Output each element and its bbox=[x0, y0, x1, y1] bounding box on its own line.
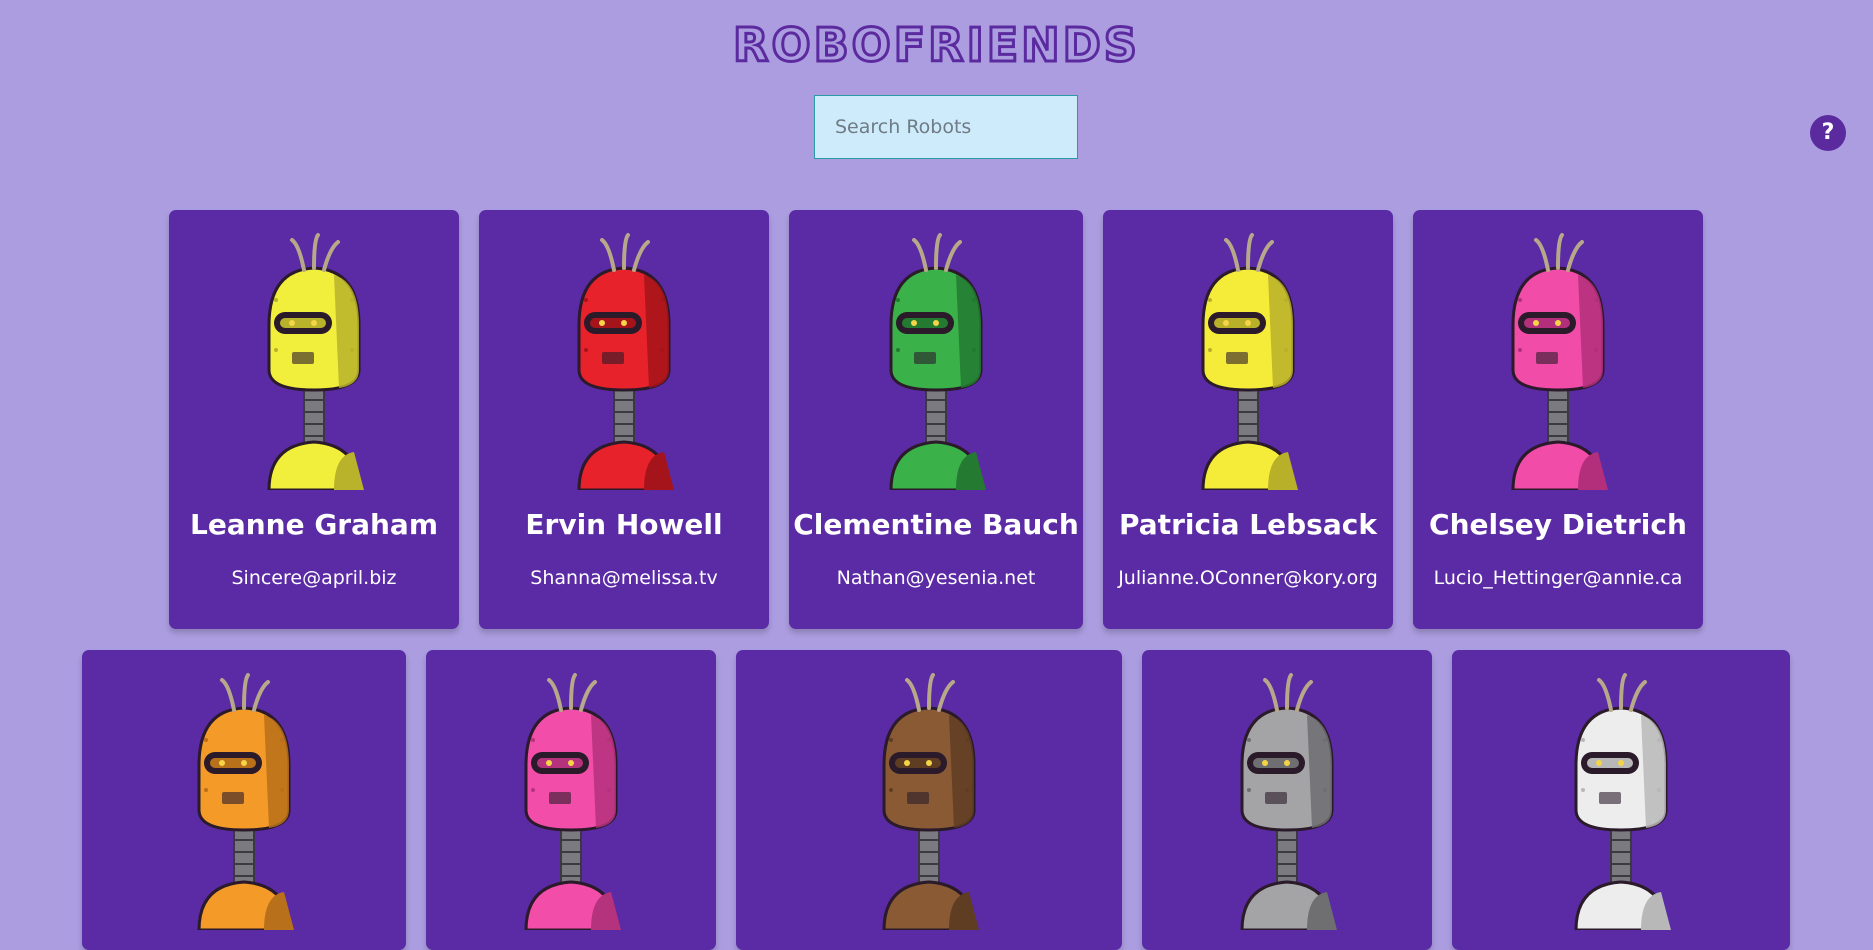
robot-image bbox=[1240, 673, 1337, 930]
robot-email: Sincere@april.biz bbox=[231, 567, 397, 589]
robot-email: Julianne.OConner@kory.org bbox=[1118, 567, 1378, 589]
robot-name: Ervin Howell bbox=[525, 508, 723, 541]
robot-image bbox=[524, 673, 621, 930]
robot-image bbox=[1201, 233, 1298, 490]
robot-image bbox=[577, 233, 674, 490]
robot-card[interactable] bbox=[1142, 650, 1432, 950]
robot-image bbox=[889, 233, 986, 490]
robot-name: Patricia Lebsack bbox=[1119, 508, 1377, 541]
app-title: ROBOFRIENDS bbox=[732, 17, 1140, 74]
help-button[interactable]: ? bbox=[1810, 115, 1846, 151]
robot-name: Clementine Bauch bbox=[793, 508, 1079, 541]
robot-image bbox=[1574, 673, 1671, 930]
robot-image bbox=[267, 233, 364, 490]
search-input[interactable] bbox=[814, 95, 1078, 159]
robot-card[interactable]: Chelsey Dietrich Lucio_Hettinger@annie.c… bbox=[1413, 210, 1703, 629]
robot-card[interactable] bbox=[1452, 650, 1790, 950]
robot-name: Chelsey Dietrich bbox=[1429, 508, 1687, 541]
robot-card[interactable] bbox=[426, 650, 716, 950]
robot-email: Nathan@yesenia.net bbox=[836, 567, 1036, 589]
robot-card[interactable] bbox=[82, 650, 406, 950]
robot-card[interactable]: Patricia Lebsack Julianne.OConner@kory.o… bbox=[1103, 210, 1393, 629]
robot-card[interactable] bbox=[736, 650, 1122, 950]
robot-email: Shanna@melissa.tv bbox=[530, 567, 718, 589]
robot-card[interactable]: Clementine Bauch Nathan@yesenia.net bbox=[789, 210, 1083, 629]
robot-card[interactable]: Leanne Graham Sincere@april.biz bbox=[169, 210, 459, 629]
robot-image bbox=[1511, 233, 1608, 490]
robot-image bbox=[197, 673, 294, 930]
robot-image bbox=[882, 673, 979, 930]
robot-email: Lucio_Hettinger@annie.ca bbox=[1433, 567, 1683, 589]
robot-card[interactable]: Ervin Howell Shanna@melissa.tv bbox=[479, 210, 769, 629]
robot-name: Leanne Graham bbox=[189, 508, 439, 541]
